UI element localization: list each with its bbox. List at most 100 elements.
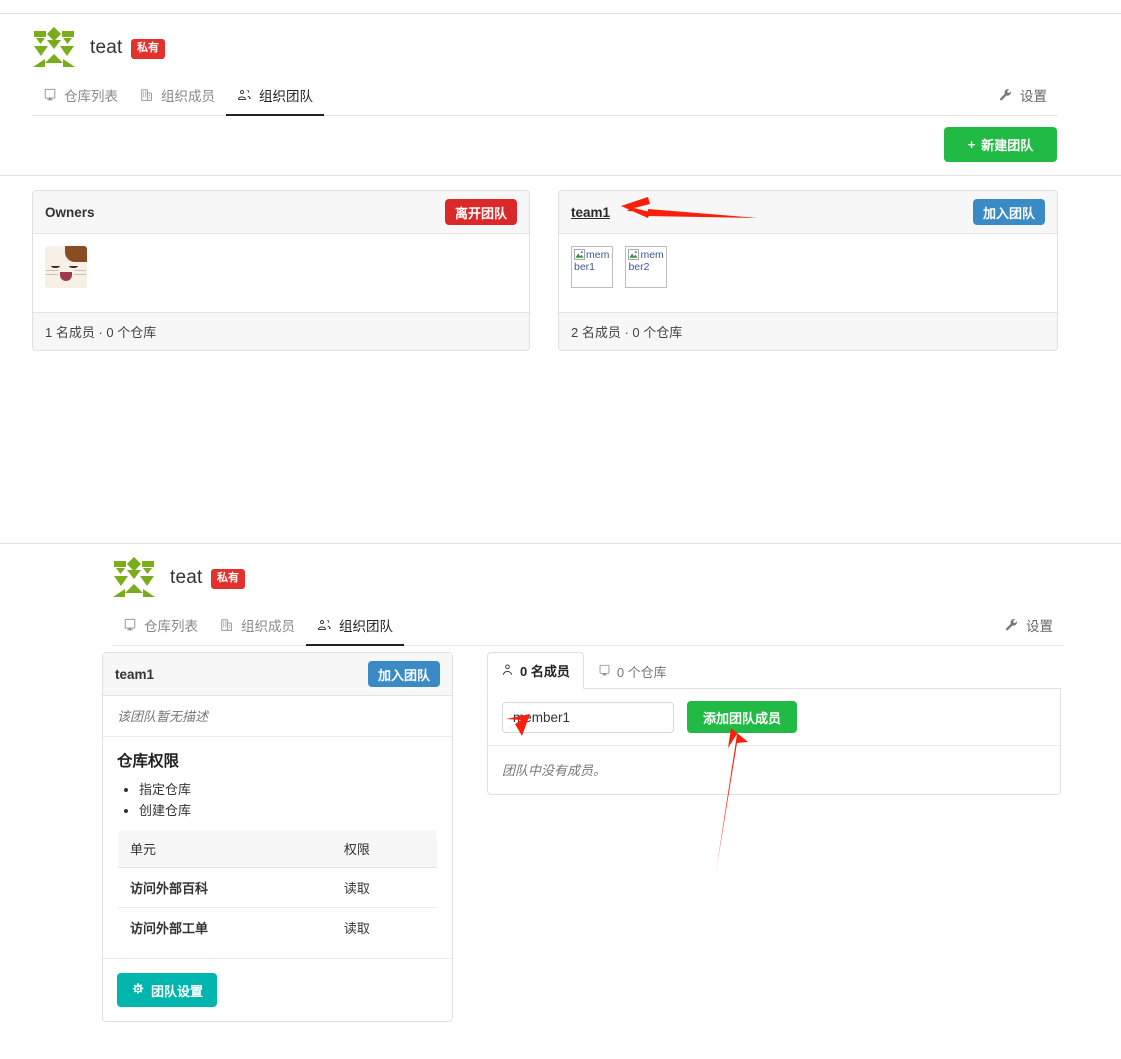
table-row: 访问外部百科 读取: [118, 867, 437, 908]
permission-item: 创建仓库: [139, 800, 438, 819]
units-table-header-row: 单元 权限: [118, 830, 437, 868]
organization-icon: [220, 618, 234, 632]
tab-repositories-label: 仓库列表: [144, 619, 198, 634]
members-sub-tabs: 0 名成员 0 个仓库: [487, 652, 1061, 689]
team-card-members: member1 member2: [559, 234, 1057, 312]
repo-icon: [598, 664, 611, 680]
tab-members-label: 组织成员: [161, 89, 215, 104]
visibility-badge: 私有: [210, 568, 245, 589]
screenshot-canvas: teat 私有 仓库列表 组织成员 组织团队 设置 + 新建团队 Owners …: [0, 0, 1121, 1059]
sub-tab-repositories[interactable]: 0 个仓库: [584, 653, 681, 689]
team-icon: [237, 88, 252, 102]
team-settings-button-label: 团队设置: [151, 983, 204, 999]
member-name-input[interactable]: [502, 701, 674, 733]
member-avatar-broken[interactable]: member1: [571, 246, 613, 288]
repo-icon: [123, 618, 137, 632]
tab-teams-label: 组织团队: [259, 89, 313, 104]
team1-link[interactable]: team1: [571, 205, 610, 220]
team-icon: [317, 618, 332, 632]
team-detail-name: team1: [115, 666, 155, 682]
repo-icon: [43, 88, 57, 102]
unit-name: 访问外部工单: [130, 921, 209, 936]
units-table: 单元 权限 访问外部百科 读取 访问外部工单 读取: [117, 829, 438, 948]
team-settings-row: 团队设置: [103, 959, 452, 1021]
team-card-header: team1 加入团队: [559, 191, 1057, 234]
identicon-avatar: [112, 556, 156, 600]
team-card-footer: 2 名成员 · 0 个仓库: [559, 312, 1057, 350]
wrench-icon: [999, 88, 1013, 102]
organization-icon: [140, 88, 154, 102]
team-detail-header: team1 加入团队: [103, 653, 452, 696]
team-card-footer: 1 名成员 · 0 个仓库: [33, 312, 529, 350]
members-panel-body: 添加团队成员 团队中没有成员。: [487, 689, 1061, 795]
team-card-members: [33, 234, 529, 312]
table-row: 访问外部工单 读取: [118, 908, 437, 948]
team-card-header: Owners 离开团队: [33, 191, 529, 234]
new-team-button-label: 新建团队: [981, 138, 1034, 153]
unit-permission: 读取: [343, 921, 370, 936]
org-nav-tabs-bottom: 仓库列表 组织成员 组织团队 设置: [112, 609, 1064, 646]
members-empty-band: 团队中没有成员。: [488, 746, 1060, 794]
team-card-owners[interactable]: Owners 离开团队 1 名成员 · 0 个仓库: [32, 190, 530, 351]
leave-team-button[interactable]: 离开团队: [444, 199, 517, 225]
permission-item: 指定仓库: [139, 779, 438, 798]
org-name: teat: [170, 567, 203, 588]
member-avatar-broken[interactable]: member2: [625, 246, 668, 288]
join-team-button[interactable]: 加入团队: [367, 661, 440, 687]
plus-icon: +: [967, 137, 976, 152]
new-team-button[interactable]: + 新建团队: [944, 127, 1057, 162]
org-header-top: teat 私有 仓库列表 组织成员 组织团队 设置: [32, 26, 1058, 116]
org-name-block: teat 私有: [170, 567, 245, 589]
broken-image-icon: [628, 249, 640, 260]
units-col-permission: 权限: [331, 830, 437, 868]
units-col-unit: 单元: [118, 830, 332, 868]
gear-icon: [131, 982, 145, 999]
broken-image-icon: [574, 249, 585, 260]
identicon-avatar: [32, 26, 76, 70]
tab-members[interactable]: 组织成员: [209, 609, 306, 646]
tab-settings-label: 设置: [1026, 619, 1053, 634]
tab-teams-label: 组织团队: [339, 619, 393, 634]
wrench-icon: [1005, 618, 1019, 632]
team-detail-card: team1 加入团队 该团队暂无描述 仓库权限 指定仓库 创建仓库 单元 权限: [102, 652, 453, 1022]
sub-tab-members-label: 0 名成员: [520, 664, 570, 679]
permissions-title: 仓库权限: [117, 753, 180, 770]
org-name: teat: [90, 37, 123, 58]
user-icon: [501, 663, 514, 679]
unit-name: 访问外部百科: [118, 867, 332, 908]
org-name-block: teat 私有: [90, 37, 165, 59]
tab-members[interactable]: 组织成员: [129, 79, 226, 116]
tab-repositories[interactable]: 仓库列表: [32, 79, 129, 116]
tab-repositories[interactable]: 仓库列表: [112, 609, 209, 646]
team-members-panel: 0 名成员 0 个仓库 添加团队成员 团队中没有成员。: [487, 652, 1061, 795]
team-card-title: Owners: [45, 204, 95, 220]
add-member-band: 添加团队成员: [488, 689, 1060, 746]
tab-teams[interactable]: 组织团队: [226, 79, 324, 116]
org-title-row: teat 私有: [32, 26, 1058, 70]
tab-settings-label: 设置: [1020, 89, 1047, 104]
org-title-row: teat 私有: [112, 556, 1064, 600]
members-empty-note: 团队中没有成员。: [502, 763, 607, 778]
team-settings-button[interactable]: 团队设置: [117, 973, 218, 1007]
add-member-button[interactable]: 添加团队成员: [687, 701, 798, 733]
permissions-list: 指定仓库 创建仓库: [117, 779, 438, 819]
tab-settings[interactable]: 设置: [988, 79, 1058, 116]
toolbar-divider: [0, 175, 1121, 176]
team-permissions-row: 仓库权限 指定仓库 创建仓库 单元 权限 访问外部百科 读取: [103, 737, 452, 959]
panel-divider: [0, 543, 1121, 544]
team-description-empty: 该团队暂无描述: [117, 709, 209, 724]
visibility-badge: 私有: [130, 38, 165, 59]
join-team-button[interactable]: 加入团队: [972, 199, 1045, 225]
tab-settings[interactable]: 设置: [994, 609, 1064, 646]
top-divider: [0, 13, 1121, 14]
tab-teams[interactable]: 组织团队: [306, 609, 404, 646]
sub-tab-members[interactable]: 0 名成员: [487, 652, 584, 689]
team-card-team1[interactable]: team1 加入团队 member1 member2 2 名成员 · 0 个仓库: [558, 190, 1058, 351]
team-description-row: 该团队暂无描述: [103, 696, 452, 737]
sub-tab-repositories-label: 0 个仓库: [616, 665, 667, 680]
tab-repositories-label: 仓库列表: [64, 89, 118, 104]
org-nav-tabs-top: 仓库列表 组织成员 组织团队 设置: [32, 79, 1058, 116]
tab-members-label: 组织成员: [241, 619, 295, 634]
org-header-bottom: teat 私有 仓库列表 组织成员 组织团队 设置: [112, 556, 1064, 646]
avatar[interactable]: [45, 246, 87, 288]
